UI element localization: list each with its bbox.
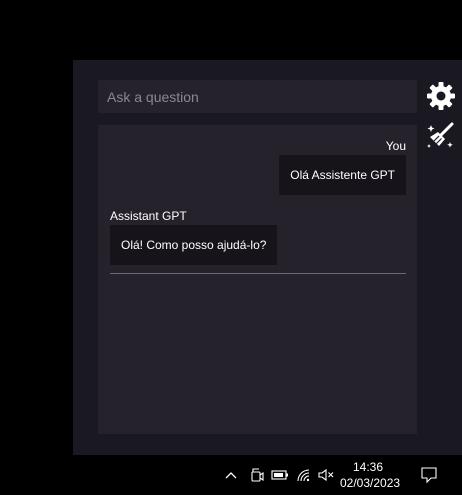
notifications-button[interactable] bbox=[417, 455, 441, 495]
meet-now-button[interactable] bbox=[245, 455, 267, 495]
battery-icon bbox=[271, 470, 288, 480]
clock-date: 02/03/2023 bbox=[340, 476, 401, 490]
meet-now-icon bbox=[251, 468, 264, 482]
message-divider bbox=[110, 273, 406, 274]
notifications-icon bbox=[421, 467, 437, 484]
volume-button[interactable] bbox=[315, 455, 337, 495]
network-button[interactable] bbox=[293, 455, 315, 495]
wifi-icon bbox=[297, 469, 310, 482]
settings-button[interactable] bbox=[425, 80, 457, 112]
chat-area: You Olá Assistente GPT Assistant GPT Olá… bbox=[98, 125, 417, 434]
question-input[interactable] bbox=[98, 80, 417, 113]
broom-icon bbox=[427, 122, 454, 148]
user-sender-label: You bbox=[385, 139, 406, 153]
taskbar: 14:36 02/03/2023 bbox=[0, 455, 462, 495]
assistant-message-bubble: Olá! Como posso ajudá-lo? bbox=[110, 225, 278, 265]
gear-icon bbox=[427, 82, 455, 110]
show-hidden-icons-button[interactable] bbox=[222, 455, 240, 495]
volume-muted-icon bbox=[318, 468, 334, 482]
clear-chat-button[interactable] bbox=[425, 120, 457, 152]
assistant-sender-label: Assistant GPT bbox=[110, 209, 187, 223]
battery-button[interactable] bbox=[269, 455, 291, 495]
taskbar-clock[interactable]: 14:36 02/03/2023 bbox=[340, 459, 401, 491]
clock-time: 14:36 bbox=[352, 460, 384, 474]
user-message-bubble: Olá Assistente GPT bbox=[279, 155, 406, 195]
chevron-up-icon bbox=[225, 472, 237, 479]
